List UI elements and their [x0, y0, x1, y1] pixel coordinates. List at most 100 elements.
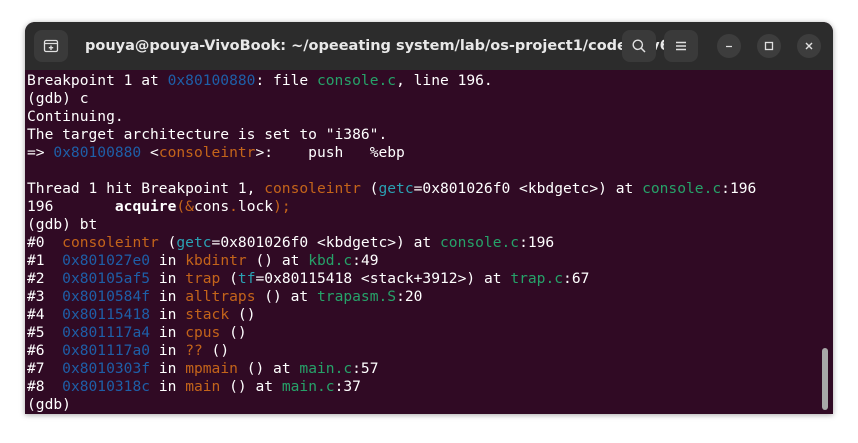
- terminal-text-segment: 0x801117a4: [62, 324, 151, 341]
- terminal-text-segment: acquire: [114, 198, 177, 215]
- terminal-line: #1 0x801027e0 in kbdintr () at kbd.c:49: [27, 252, 756, 270]
- terminal-line: => 0x80100880 <consoleintr>: push %ebp: [27, 144, 756, 162]
- terminal-text-segment: (: [360, 180, 379, 197]
- terminal-text-segment: 0x8010303f: [62, 360, 151, 377]
- terminal-text-segment: (: [220, 270, 238, 287]
- terminal-text-segment: 0x80100880: [167, 72, 256, 89]
- terminal-text-segment: (): [229, 306, 256, 323]
- terminal-text-segment: Continuing.: [27, 108, 124, 125]
- terminal-line: Continuing.: [27, 108, 756, 126]
- terminal-text-segment: 196: [27, 198, 115, 215]
- terminal-line: Thread 1 hit Breakpoint 1, consoleintr (…: [27, 180, 756, 198]
- terminal-text-segment: :20: [396, 288, 423, 305]
- terminal-text-segment: (gdb): [27, 396, 80, 413]
- terminal-line: #7 0x8010303f in mpmain () at main.c:57: [27, 360, 756, 378]
- terminal-line: #2 0x80105af5 in trap (tf=0x80115418 <st…: [27, 270, 756, 288]
- terminal-text-segment: trap.c: [510, 270, 564, 287]
- terminal-text-segment: Breakpoint 1 at: [27, 72, 168, 89]
- terminal-text-segment: 0x8010584f: [62, 288, 151, 305]
- terminal-text-segment: :57: [352, 360, 379, 377]
- minimize-button[interactable]: [717, 34, 741, 58]
- title-bar[interactable]: pouya@pouya-VivoBook: ~/opeeating system…: [25, 22, 833, 70]
- terminal-line: #4 0x80115418 in stack (): [27, 306, 756, 324]
- terminal-output[interactable]: Breakpoint 1 at 0x80100880: file console…: [25, 70, 833, 414]
- maximize-icon: [764, 41, 774, 51]
- terminal-text-segment: kbd.c: [308, 252, 353, 269]
- terminal-text-segment: getc: [176, 234, 212, 251]
- terminal-text-segment: =0x80115418 <stack+3912>) at: [255, 270, 511, 287]
- terminal-text-segment: consoleintr: [158, 144, 256, 161]
- terminal-text-segment: () at: [255, 288, 317, 305]
- terminal-text-segment: <: [141, 144, 159, 161]
- terminal-text-segment: Thread 1 hit Breakpoint 1,: [27, 180, 265, 197]
- terminal-lines: Breakpoint 1 at 0x80100880: file console…: [27, 72, 756, 414]
- terminal-text-segment: #1: [27, 252, 63, 269]
- terminal-text-segment: console.c: [316, 72, 397, 89]
- terminal-text-segment: tf: [237, 270, 256, 287]
- terminal-text-segment: trap: [185, 270, 221, 287]
- terminal-text-segment: 0x80115418: [62, 306, 151, 323]
- menu-button[interactable]: [664, 30, 698, 62]
- terminal-text-segment: #7: [27, 360, 63, 377]
- terminal-line: The target architecture is set to "i386"…: [27, 126, 756, 144]
- scrollbar-thumb[interactable]: [822, 348, 828, 410]
- terminal-text-segment: () at: [237, 360, 300, 377]
- terminal-text-segment: main.c: [281, 378, 335, 395]
- terminal-text-segment: console.c: [642, 180, 722, 197]
- terminal-text-segment: The target architecture is set to "i386"…: [27, 126, 388, 143]
- terminal-text-segment: () at: [220, 378, 282, 395]
- terminal-text-segment: 0x801117a0: [62, 342, 151, 359]
- terminal-text-segment: kbdintr: [185, 252, 247, 269]
- terminal-text-segment: ??: [185, 342, 203, 359]
- terminal-text-segment: main.c: [299, 360, 353, 377]
- terminal-text-segment: trapasm.S: [317, 288, 397, 305]
- terminal-line: #8 0x8010318c in main () at main.c:37: [27, 378, 756, 396]
- terminal-text-segment: in: [150, 342, 186, 359]
- terminal-text-segment: main: [185, 378, 221, 395]
- terminal-text-segment: in: [150, 324, 186, 341]
- terminal-text-segment: #0: [27, 234, 63, 251]
- close-button[interactable]: [797, 34, 821, 58]
- terminal-text-segment: #5: [27, 324, 63, 341]
- terminal-text-segment: .: [229, 198, 238, 215]
- terminal-text-segment: #2: [27, 270, 63, 287]
- terminal-text-segment: stack: [185, 306, 230, 323]
- terminal-text-segment: );: [273, 198, 291, 215]
- maximize-button[interactable]: [757, 34, 781, 58]
- terminal-line: #5 0x801117a4 in cpus (): [27, 324, 756, 342]
- search-button[interactable]: [622, 30, 656, 62]
- terminal-text-segment: , line 196.: [396, 72, 493, 89]
- terminal-text-segment: cons: [193, 198, 230, 215]
- terminal-line: #0 consoleintr (getc=0x801026f0 <kbdgetc…: [27, 234, 756, 252]
- terminal-text-segment: (): [202, 342, 230, 359]
- close-icon: [805, 42, 813, 50]
- terminal-text-segment: in: [150, 360, 186, 377]
- minimize-icon: [726, 45, 732, 48]
- terminal-line: (gdb): [27, 396, 756, 414]
- terminal-text-segment: lock: [237, 198, 274, 215]
- terminal-line: #6 0x801117a0 in ?? (): [27, 342, 756, 360]
- terminal-text-segment: #3: [27, 288, 63, 305]
- terminal-text-segment: in: [150, 288, 186, 305]
- new-tab-icon: [43, 39, 59, 53]
- terminal-text-segment: 0x801027e0: [62, 252, 151, 269]
- terminal-window: pouya@pouya-VivoBook: ~/opeeating system…: [25, 22, 833, 414]
- terminal-text-segment: :196: [519, 234, 555, 251]
- search-icon: [632, 39, 646, 53]
- terminal-text-segment: () at: [246, 252, 309, 269]
- terminal-text-segment: in: [150, 306, 186, 323]
- terminal-text-segment: (gdb) c: [27, 90, 89, 107]
- terminal-text-segment: : file: [255, 72, 317, 89]
- terminal-text-segment: in: [150, 270, 186, 287]
- new-tab-button[interactable]: [34, 30, 68, 62]
- terminal-text-segment: #8: [27, 378, 63, 395]
- terminal-text-segment: (gdb) bt: [27, 216, 98, 233]
- terminal-text-segment: #6: [27, 342, 63, 359]
- terminal-text-segment: (&: [176, 198, 194, 215]
- terminal-line: #3 0x8010584f in alltraps () at trapasm.…: [27, 288, 756, 306]
- terminal-text-segment: (): [220, 324, 247, 341]
- terminal-text-segment: getc: [378, 180, 414, 197]
- terminal-text-segment: =>: [27, 144, 54, 161]
- terminal-text-segment: alltraps: [185, 288, 256, 305]
- terminal-text-segment: 0x80105af5: [62, 270, 151, 287]
